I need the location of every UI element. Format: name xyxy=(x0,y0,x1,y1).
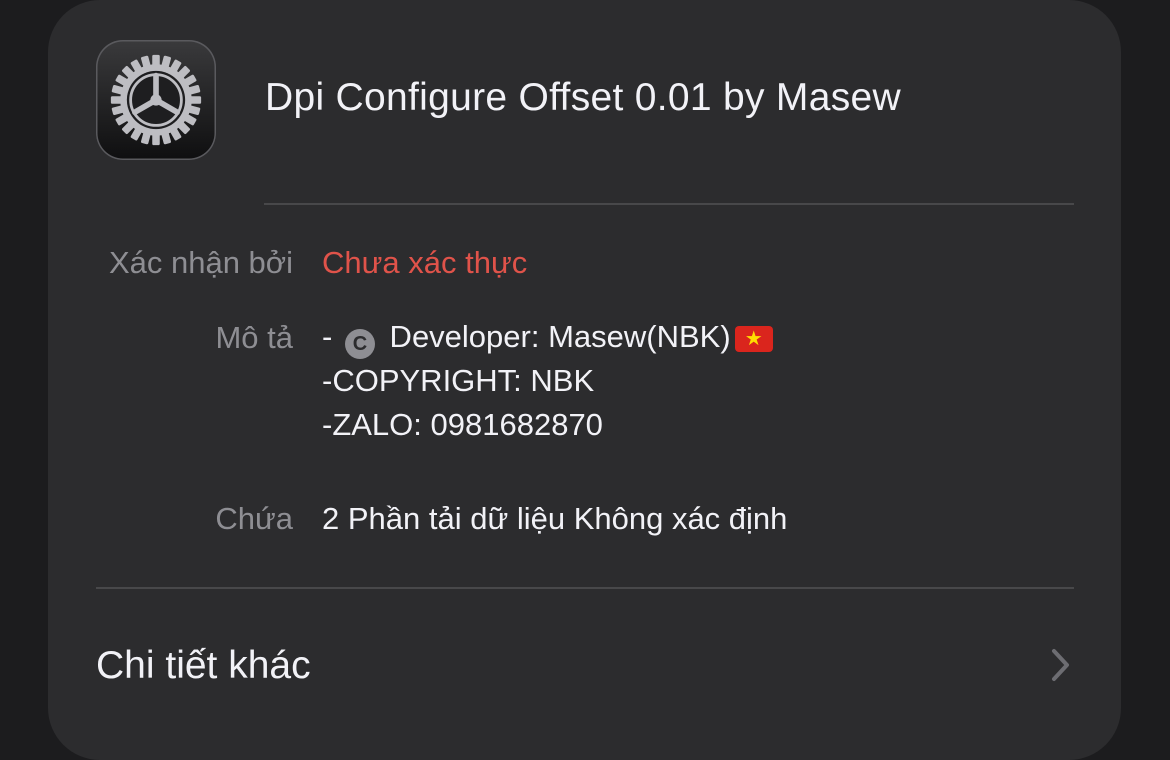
more-details-row[interactable]: Chi tiết khác xyxy=(48,600,1121,725)
divider xyxy=(96,587,1074,589)
contains-value: 2 Phần tải dữ liệu Không xác định xyxy=(322,501,788,536)
description-label: Mô tả xyxy=(215,320,293,355)
settings-gear-icon xyxy=(96,40,216,160)
divider xyxy=(264,203,1074,205)
profile-title: Dpi Configure Offset 0.01 by Masew xyxy=(265,76,901,119)
description-prefix: - xyxy=(322,319,341,354)
copyright-icon: C xyxy=(344,329,375,359)
verified-by-value: Chưa xác thực xyxy=(322,245,528,280)
description-line-1: - C Developer: Masew(NBK) ★ xyxy=(322,315,773,359)
contains-label: Chứa xyxy=(215,501,293,536)
description-value: - C Developer: Masew(NBK) ★ -COPYRIGHT: N… xyxy=(322,315,773,447)
gear-icon xyxy=(110,54,202,146)
description-line-3: -ZALO: 0981682870 xyxy=(322,407,603,442)
verified-by-label: Xác nhận bởi xyxy=(108,245,293,280)
more-details-label: Chi tiết khác xyxy=(96,644,311,687)
vietnam-flag-icon: ★ xyxy=(734,326,773,352)
chevron-right-icon xyxy=(1052,649,1069,681)
description-line-2: -COPYRIGHT: NBK xyxy=(322,363,595,398)
developer-text: Developer: Masew(NBK) xyxy=(380,319,731,354)
